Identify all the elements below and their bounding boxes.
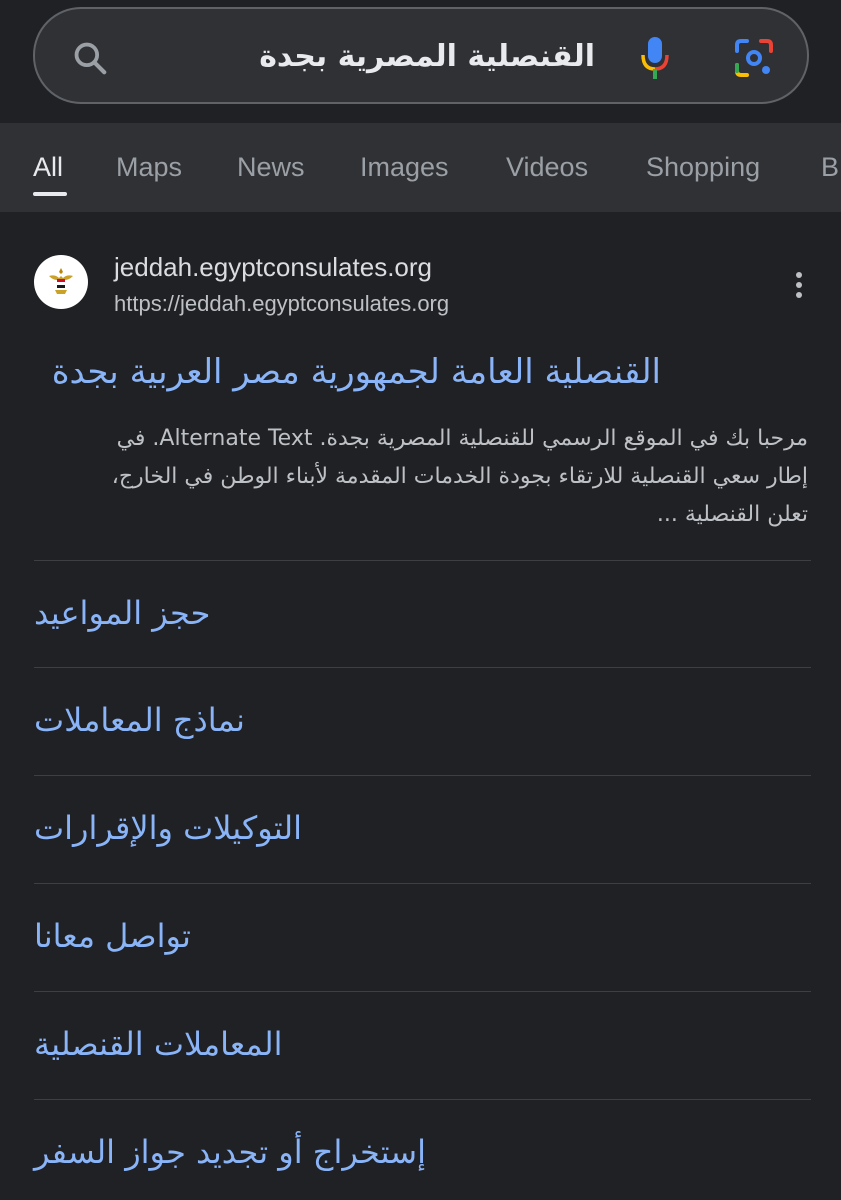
eagle-emblem-icon [49, 268, 73, 294]
tab-images[interactable]: Images [360, 151, 449, 183]
site-favicon[interactable] [34, 255, 88, 309]
sitelink-forms[interactable]: نماذج المعاملات [34, 667, 811, 774]
mic-icon[interactable] [639, 35, 671, 81]
snippet-line: إطار سعي القنصلية للارتقاء بجودة الخدمات… [111, 464, 808, 489]
more-options-icon[interactable] [788, 270, 810, 300]
tab-maps[interactable]: Maps [116, 151, 182, 183]
snippet-line: مرحبا بك في الموقع الرسمي للقنصلية المصر… [116, 426, 808, 451]
sitelink-label: إستخراج أو تجديد جواز السفر [34, 1133, 426, 1171]
sitelink-powers-of-attorney[interactable]: التوكيلات والإقرارات [34, 775, 811, 882]
search-results-page: القنصلية المصرية بجدة All Maps News Imag… [0, 0, 841, 1200]
tab-shopping[interactable]: Shopping [646, 151, 760, 183]
result-snippet: مرحبا بك في الموقع الرسمي للقنصلية المصر… [34, 420, 808, 534]
tab-news[interactable]: News [237, 151, 305, 183]
sitelink-label: نماذج المعاملات [34, 701, 245, 739]
search-bar[interactable]: القنصلية المصرية بجدة [33, 7, 809, 104]
tab-all[interactable]: All [33, 151, 63, 183]
search-tabs: All Maps News Images Videos Shopping B [0, 123, 841, 212]
tab-books[interactable]: B [821, 151, 839, 183]
sitelink-consular-services[interactable]: المعاملات القنصلية [34, 991, 811, 1098]
result-site-name[interactable]: jeddah.egyptconsulates.org [114, 252, 432, 282]
result-title-link[interactable]: القنصلية العامة لجمهورية مصر العربية بجد… [52, 350, 661, 394]
sitelink-label: تواصل معانا [34, 917, 191, 955]
search-icon[interactable] [71, 39, 109, 77]
lens-icon[interactable] [733, 37, 775, 79]
sitelink-passport[interactable]: إستخراج أو تجديد جواز السفر [34, 1099, 811, 1200]
search-input[interactable]: القنصلية المصرية بجدة [259, 33, 595, 81]
active-tab-indicator [33, 192, 67, 196]
tab-videos[interactable]: Videos [506, 151, 588, 183]
sitelink-label: التوكيلات والإقرارات [34, 809, 303, 847]
snippet-line: تعلن القنصلية ... [656, 502, 808, 527]
result-url[interactable]: https://jeddah.egyptconsulates.org [114, 290, 449, 318]
sitelink-label: المعاملات القنصلية [34, 1025, 283, 1063]
sitelink-contact[interactable]: تواصل معانا [34, 883, 811, 990]
sitelink-appointments[interactable]: حجز المواعيد [34, 560, 811, 667]
sitelink-label: حجز المواعيد [34, 594, 211, 632]
